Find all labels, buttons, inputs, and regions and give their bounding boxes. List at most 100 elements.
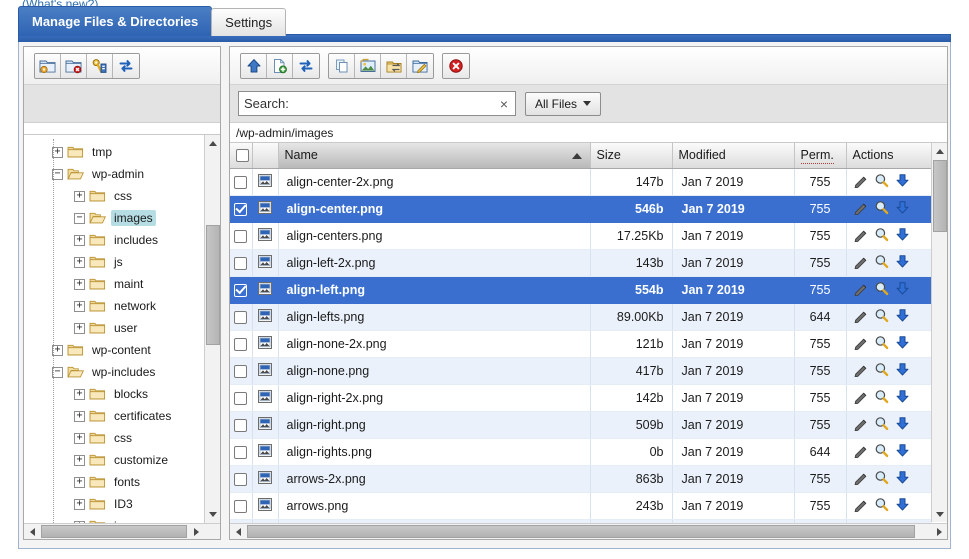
file-hscroll-thumb[interactable]: [247, 525, 915, 538]
row-select-cell[interactable]: [230, 357, 253, 385]
row-checkbox[interactable]: [234, 445, 248, 459]
view-icon[interactable]: [874, 227, 889, 245]
file-row[interactable]: align-center.png 546b Jan 7 2019 755: [230, 195, 932, 223]
row-checkbox[interactable]: [234, 337, 248, 351]
row-file-perm[interactable]: 755: [794, 465, 847, 493]
row-file-perm[interactable]: 755: [794, 384, 847, 412]
view-icon[interactable]: [874, 470, 889, 488]
tree-expand-toggle[interactable]: +: [74, 278, 85, 290]
download-icon[interactable]: [895, 227, 910, 245]
parent-directory-button[interactable]: [241, 53, 267, 78]
refresh-tree-button[interactable]: [113, 53, 139, 78]
tree-expand-toggle[interactable]: +: [74, 234, 85, 246]
row-select-cell[interactable]: [230, 276, 253, 304]
edit-icon[interactable]: [853, 227, 868, 245]
file-scroll-down-button[interactable]: [932, 506, 947, 522]
tree-item-wp-admin[interactable]: − wp-admin: [30, 163, 202, 185]
row-checkbox[interactable]: [234, 364, 248, 378]
column-header-name[interactable]: Name: [278, 143, 591, 169]
row-checkbox[interactable]: [234, 256, 248, 270]
copy-button[interactable]: [329, 53, 355, 78]
download-icon[interactable]: [895, 362, 910, 380]
download-icon[interactable]: [895, 416, 910, 434]
view-icon[interactable]: [874, 362, 889, 380]
file-row[interactable]: arrows.png 243b Jan 7 2019 755: [230, 492, 932, 520]
tree-item-maint[interactable]: + maint: [30, 273, 202, 295]
tree-expand-toggle[interactable]: +: [74, 322, 85, 334]
file-scroll-up-button[interactable]: [932, 143, 947, 159]
download-icon[interactable]: [895, 281, 910, 299]
tree-item-images[interactable]: − images: [30, 207, 202, 229]
file-row[interactable]: align-none-2x.png 121b Jan 7 2019 755: [230, 330, 932, 358]
new-file-button[interactable]: [267, 53, 293, 78]
row-select-cell[interactable]: [230, 465, 253, 493]
row-select-cell[interactable]: [230, 438, 253, 466]
tree-item-fonts[interactable]: + fonts: [30, 471, 202, 493]
row-checkbox[interactable]: [234, 310, 248, 324]
tree-item-user[interactable]: + user: [30, 317, 202, 339]
clear-search-icon[interactable]: ×: [498, 96, 510, 112]
download-icon[interactable]: [895, 497, 910, 515]
refresh-files-button[interactable]: [293, 53, 319, 78]
row-file-perm[interactable]: 755: [794, 222, 847, 250]
select-all-checkbox[interactable]: [236, 149, 249, 163]
tree-item-wp-includes[interactable]: − wp-includes: [30, 361, 202, 383]
view-icon[interactable]: [874, 497, 889, 515]
row-select-cell[interactable]: [230, 492, 253, 520]
column-header-size[interactable]: Size: [590, 143, 673, 169]
row-file-perm[interactable]: 755: [794, 249, 847, 277]
tree-expand-toggle[interactable]: +: [74, 410, 85, 422]
row-checkbox[interactable]: [234, 229, 248, 243]
file-row[interactable]: arrows-2x.png 863b Jan 7 2019 755: [230, 465, 932, 493]
row-file-name[interactable]: align-lefts.png: [278, 303, 591, 331]
row-select-cell[interactable]: [230, 384, 253, 412]
tree-horizontal-scrollbar[interactable]: [24, 523, 220, 539]
row-select-cell[interactable]: [230, 303, 253, 331]
row-file-name[interactable]: arrows.png: [278, 492, 591, 520]
tree-scroll-right-button[interactable]: [188, 524, 204, 539]
move-to-folder-button[interactable]: [381, 53, 407, 78]
row-checkbox[interactable]: [234, 283, 248, 297]
row-file-name[interactable]: align-center-2x.png: [278, 168, 591, 196]
row-file-name[interactable]: align-center.png: [278, 195, 591, 223]
tree-scroll-thumb[interactable]: [206, 225, 220, 345]
download-icon[interactable]: [895, 200, 910, 218]
row-file-perm[interactable]: 755: [794, 168, 847, 196]
delete-folder-button[interactable]: [61, 53, 87, 78]
tree-item-blocks[interactable]: + blocks: [30, 383, 202, 405]
view-icon[interactable]: [874, 308, 889, 326]
row-select-cell[interactable]: [230, 222, 253, 250]
row-file-name[interactable]: align-none.png: [278, 357, 591, 385]
row-select-cell[interactable]: [230, 195, 253, 223]
file-row[interactable]: align-center-2x.png 147b Jan 7 2019 755: [230, 168, 932, 196]
tree-expand-toggle[interactable]: +: [74, 432, 85, 444]
edit-icon[interactable]: [853, 362, 868, 380]
tree-item-certificates[interactable]: + certificates: [30, 405, 202, 427]
tree-item-css[interactable]: + css: [30, 185, 202, 207]
file-row[interactable]: align-right-2x.png 142b Jan 7 2019 755: [230, 384, 932, 412]
file-row[interactable]: align-left.png 554b Jan 7 2019 755: [230, 276, 932, 304]
row-checkbox[interactable]: [234, 418, 248, 432]
edit-icon[interactable]: [853, 389, 868, 407]
edit-icon[interactable]: [853, 443, 868, 461]
tree-scroll-left-button[interactable]: [24, 524, 40, 539]
row-file-name[interactable]: align-rights.png: [278, 438, 591, 466]
view-icon[interactable]: [874, 443, 889, 461]
row-file-perm[interactable]: 755: [794, 195, 847, 223]
tree-expand-toggle[interactable]: +: [74, 476, 85, 488]
file-row[interactable]: align-rights.png 0b Jan 7 2019 644: [230, 438, 932, 466]
row-select-cell[interactable]: [230, 411, 253, 439]
tree-scroll-down-button[interactable]: [205, 506, 220, 522]
view-icon[interactable]: [874, 416, 889, 434]
row-select-cell[interactable]: [230, 330, 253, 358]
file-row[interactable]: align-left-2x.png 143b Jan 7 2019 755: [230, 249, 932, 277]
tree-expand-toggle[interactable]: +: [74, 454, 85, 466]
edit-icon[interactable]: [853, 308, 868, 326]
download-icon[interactable]: [895, 470, 910, 488]
download-icon[interactable]: [895, 254, 910, 272]
row-checkbox[interactable]: [234, 472, 248, 486]
tree-expand-toggle[interactable]: +: [74, 256, 85, 268]
file-horizontal-scrollbar[interactable]: [230, 523, 947, 539]
row-checkbox[interactable]: [234, 202, 248, 216]
search-input[interactable]: Search: ×: [238, 91, 516, 116]
